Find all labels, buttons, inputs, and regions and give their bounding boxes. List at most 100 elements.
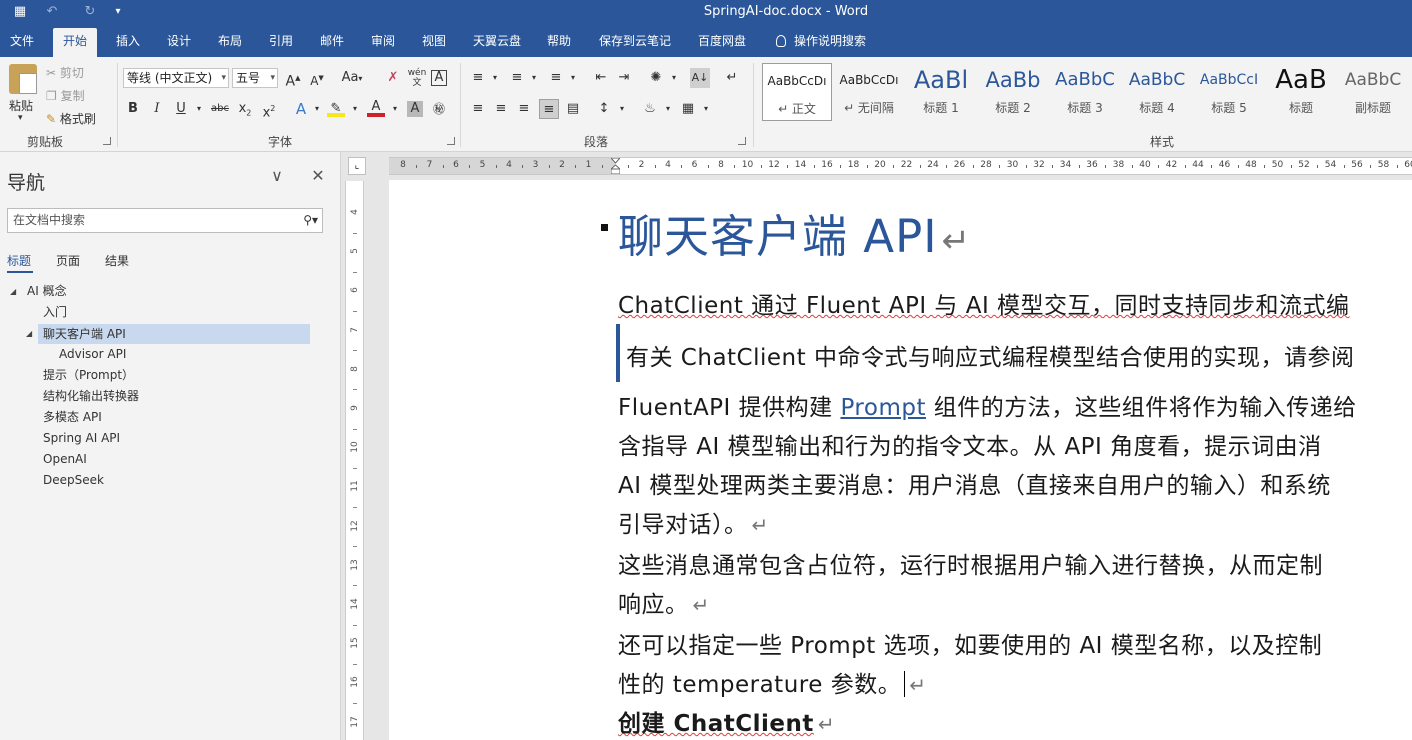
borders-icon[interactable]: ▦ xyxy=(678,99,698,119)
close-icon[interactable]: ✕ xyxy=(308,166,328,185)
text-effects-dropdown-icon[interactable]: ▾ xyxy=(307,99,327,119)
nav-tab-results[interactable]: 结果 xyxy=(105,252,129,269)
decrease-indent-icon[interactable]: ⇤ xyxy=(591,68,611,88)
clear-formatting-icon[interactable]: ✗ xyxy=(383,68,403,88)
nav-heading-item[interactable]: DeepSeek xyxy=(43,470,104,490)
chinese-layout-dropdown-icon[interactable]: ▾ xyxy=(664,68,684,88)
shrink-font-icon[interactable]: A▼ xyxy=(307,68,327,88)
superscript-icon[interactable]: x2 xyxy=(259,99,279,120)
prompt-link[interactable]: Prompt xyxy=(840,395,926,421)
tab-selector-icon[interactable]: ⌞ xyxy=(348,157,366,175)
tab-baidu-netdisk[interactable]: 百度网盘 xyxy=(688,28,756,57)
tab-home[interactable]: 开始 xyxy=(53,28,98,57)
format-painter-button[interactable]: ✎ 格式刷 xyxy=(46,110,96,127)
heading-collapse-marker[interactable] xyxy=(601,224,608,231)
paragraph-3-line-1[interactable]: 这些消息通常包含占位符，运行时根据用户输入进行替换，从而定制 xyxy=(618,546,1323,580)
nav-heading-item[interactable]: AI 概念 xyxy=(27,281,67,301)
tab-insert[interactable]: 插入 xyxy=(106,28,150,57)
bold-icon[interactable]: B xyxy=(123,99,143,119)
line-spacing-dropdown-icon[interactable]: ▾ xyxy=(612,99,632,119)
paragraph-1[interactable]: ChatClient 通过 Fluent API 与 AI 模型交互，同时支持同… xyxy=(618,286,1350,320)
tab-help[interactable]: 帮助 xyxy=(537,28,581,57)
underline-icon[interactable]: U xyxy=(171,99,191,119)
justify-icon[interactable]: ≡ xyxy=(539,99,559,119)
nav-heading-item[interactable]: 提示（Prompt） xyxy=(43,365,134,385)
paragraph-2-line-1[interactable]: FluentAPI 提供构建 Prompt 组件的方法，这些组件将作为输入传递给 xyxy=(618,388,1357,422)
paragraph-3-line-2[interactable]: 响应。 ↵ xyxy=(618,585,710,619)
tab-tianyi-cloud[interactable]: 天翼云盘 xyxy=(463,28,531,57)
show-marks-icon[interactable]: ↵ xyxy=(722,68,742,88)
caret-down-icon[interactable]: ◢ xyxy=(26,329,32,338)
tab-layout[interactable]: 布局 xyxy=(208,28,252,57)
style-subtitle[interactable]: AaBbC 副标题 xyxy=(1338,63,1408,121)
font-size-select[interactable]: 五号 ▾ xyxy=(232,68,278,88)
enclose-characters-icon[interactable]: ㊙ xyxy=(429,99,449,119)
strikethrough-icon[interactable]: abc xyxy=(210,99,230,119)
tab-view[interactable]: 视图 xyxy=(412,28,456,57)
tab-design[interactable]: 设计 xyxy=(157,28,201,57)
tab-references[interactable]: 引用 xyxy=(259,28,303,57)
grow-font-icon[interactable]: A▲ xyxy=(283,68,303,90)
paragraph-4-line-1[interactable]: 还可以指定一些 Prompt 选项，如要使用的 AI 模型名称，以及控制 xyxy=(618,626,1322,660)
indent-marker-icon[interactable] xyxy=(611,158,620,174)
chinese-layout-icon[interactable]: ✺ xyxy=(646,68,666,88)
document-page[interactable]: 聊天客户端 API ↵ ChatClient 通过 Fluent API 与 AI… xyxy=(389,180,1412,740)
font-name-select[interactable]: 等线 (中文正文) ▾ xyxy=(123,68,229,88)
shading-dropdown-icon[interactable]: ▾ xyxy=(658,99,678,119)
nav-tab-headings[interactable]: 标题 xyxy=(7,252,31,269)
line-spacing-icon[interactable]: ↕ xyxy=(594,99,614,119)
italic-icon[interactable]: I xyxy=(147,99,167,119)
increase-indent-icon[interactable]: ⇥ xyxy=(614,68,634,88)
horizontal-ruler[interactable]: 8 7 6 5 4 3 2 1 2 4 6 8 10 12 14 16 18 20 22 24 26 28 30 32 34 36… xyxy=(389,157,1412,175)
nav-heading-item[interactable]: Advisor API xyxy=(59,344,126,364)
subscript-icon[interactable]: x2 xyxy=(235,99,255,119)
tab-review[interactable]: 审阅 xyxy=(361,28,405,57)
document-heading[interactable]: 聊天客户端 API ↵ xyxy=(618,200,971,265)
copy-button[interactable]: ❐ 复制 xyxy=(46,87,85,104)
style-no-spacing[interactable]: AaBbCcDı ↵ 无间隔 xyxy=(834,63,904,121)
nav-heading-item[interactable]: OpenAI xyxy=(43,449,87,469)
nav-tab-pages[interactable]: 页面 xyxy=(56,252,80,269)
style-title[interactable]: AaB 标题 xyxy=(1266,63,1336,121)
vertical-ruler[interactable]: 4 5 6 7 8 9 10 11 12 13 14 15 16 17 xyxy=(345,181,364,740)
phonetic-guide-icon[interactable]: wén 文 xyxy=(407,68,427,88)
align-left-icon[interactable]: ≡ xyxy=(468,99,488,119)
shading-icon[interactable]: ♨ xyxy=(640,99,660,119)
tab-save-cloud-note[interactable]: 保存到云笔记 xyxy=(589,28,681,57)
document-subheading[interactable]: 创建 ChatClient ↵ xyxy=(618,704,835,738)
style-heading-1[interactable]: AaBl 标题 1 xyxy=(906,63,976,121)
paragraph-launcher-icon[interactable] xyxy=(738,137,746,145)
underline-dropdown-icon[interactable]: ▾ xyxy=(189,99,209,119)
paragraph-2-line-4[interactable]: 引导对话）。 ↵ xyxy=(618,505,769,539)
font-color-dropdown-icon[interactable]: ▾ xyxy=(385,99,405,119)
multilevel-list-dropdown-icon[interactable]: ▾ xyxy=(563,68,583,88)
nav-heading-item[interactable]: 结构化输出转换器 xyxy=(43,386,139,406)
tab-mailings[interactable]: 邮件 xyxy=(310,28,354,57)
search-icon[interactable]: ⚲▾ xyxy=(303,209,318,232)
align-center-icon[interactable]: ≡ xyxy=(491,99,511,119)
change-case-button[interactable]: Aa▾ xyxy=(335,68,369,88)
nav-heading-item[interactable]: Spring AI API xyxy=(43,428,120,448)
tab-file[interactable]: 文件 xyxy=(0,28,44,57)
cut-button[interactable]: ✂ 剪切 xyxy=(46,64,84,81)
nav-heading-item-selected[interactable]: 聊天客户端 API xyxy=(38,324,310,344)
style-heading-2[interactable]: AaBb 标题 2 xyxy=(978,63,1048,121)
clipboard-launcher-icon[interactable] xyxy=(103,137,111,145)
font-color-icon[interactable]: A xyxy=(367,99,385,117)
tell-me-search[interactable]: 操作说明搜索 xyxy=(766,28,876,57)
bullets-dropdown-icon[interactable]: ▾ xyxy=(485,68,505,88)
paste-dropdown-icon[interactable]: ▾ xyxy=(18,113,23,123)
font-launcher-icon[interactable] xyxy=(447,137,455,145)
quote-paragraph[interactable]: 有关 ChatClient 中命令式与响应式编程模型结合使用的实现，请参阅 xyxy=(626,338,1354,372)
nav-search-input[interactable]: 在文档中搜索 ⚲▾ xyxy=(7,208,323,233)
character-border-icon[interactable]: A xyxy=(431,70,447,86)
paragraph-2-line-3[interactable]: AI 模型处理两类主要消息：用户消息（直接来自用户的输入）和系统 xyxy=(618,466,1331,500)
style-heading-5[interactable]: AaBbCcI 标题 5 xyxy=(1194,63,1264,121)
style-heading-3[interactable]: AaBbC 标题 3 xyxy=(1050,63,1120,121)
highlight-icon[interactable]: ✎ xyxy=(327,99,345,117)
style-normal[interactable]: AaBbCcDı ↵ 正文 xyxy=(762,63,832,121)
chevron-down-icon[interactable]: ∨ xyxy=(267,166,287,185)
borders-dropdown-icon[interactable]: ▾ xyxy=(696,99,716,119)
align-right-icon[interactable]: ≡ xyxy=(514,99,534,119)
caret-down-icon[interactable]: ◢ xyxy=(10,287,16,296)
